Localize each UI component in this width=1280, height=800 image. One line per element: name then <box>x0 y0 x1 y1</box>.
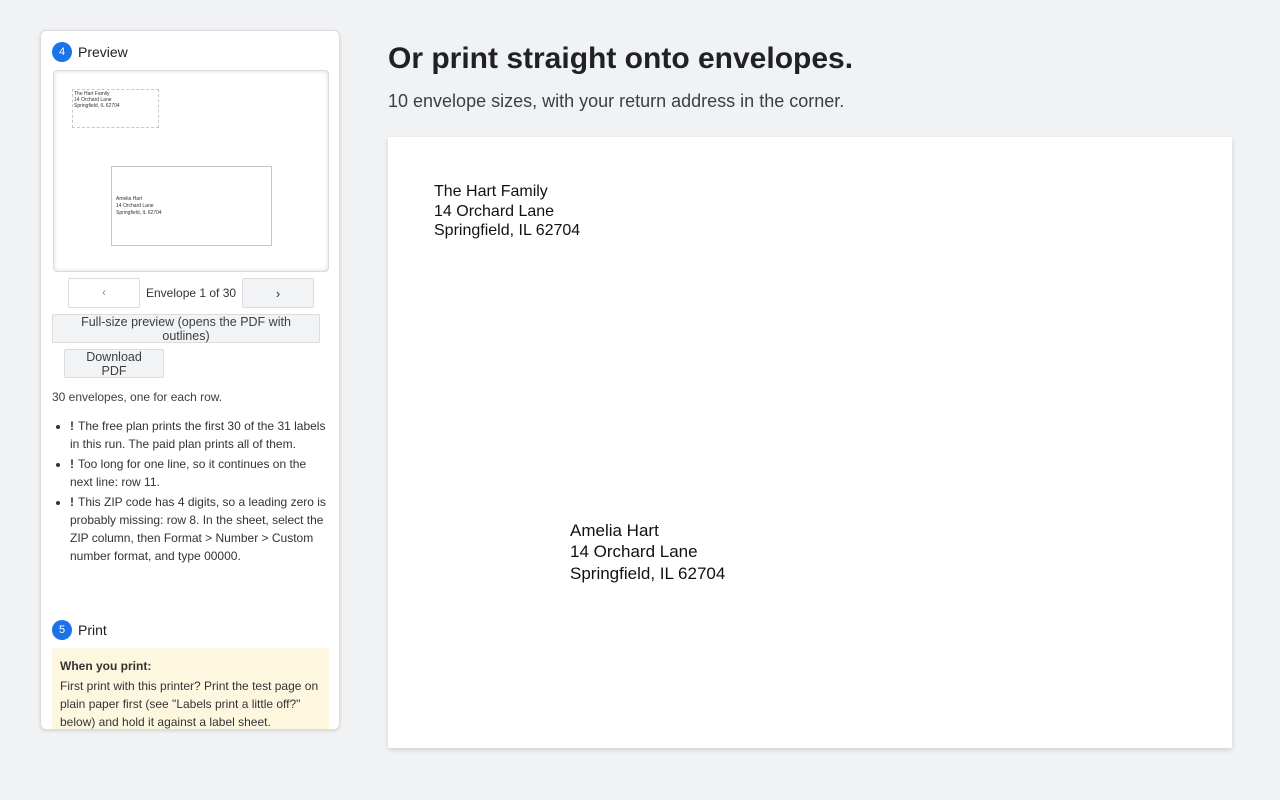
warning-item: !Too long for one line, so it continues … <box>70 455 330 491</box>
warning-item: !This ZIP code has 4 digits, so a leadin… <box>70 493 330 565</box>
warning-text: This ZIP code has 4 digits, so a leading… <box>70 495 326 563</box>
thumbnail-recipient-address: Amelia Hart 14 Orchard Lane Springfield,… <box>111 166 272 246</box>
envelope-counter: Envelope 1 of 30 <box>146 286 237 300</box>
address-line: Springfield, IL 62704 <box>74 103 120 109</box>
download-pdf-button[interactable]: Download PDF <box>64 349 164 378</box>
address-line: Springfield, IL 62704 <box>434 222 581 239</box>
previous-envelope-button[interactable]: ‹ <box>68 278 140 308</box>
return-address: The Hart Family 14 Orchard Lane Springfi… <box>434 182 580 241</box>
warning-icon: ! <box>70 495 74 509</box>
address-line: 14 Orchard Lane <box>570 542 698 562</box>
warning-text: Too long for one line, so it continues o… <box>70 457 307 489</box>
envelope-preview: The Hart Family 14 Orchard Lane Springfi… <box>388 137 1232 748</box>
step-title: Print <box>78 622 107 638</box>
address-line: Springfield, IL 62704 <box>116 210 162 216</box>
step-number-badge: 4 <box>52 42 72 62</box>
warning-icon: ! <box>70 457 74 471</box>
envelope-thumbnail: The Hart Family 14 Orchard Lane Springfi… <box>53 70 329 272</box>
address-line: The Hart Family <box>434 183 548 200</box>
page-subtitle: 10 envelope sizes, with your return addr… <box>388 91 845 111</box>
address-line: Amelia Hart <box>116 196 143 202</box>
warning-list: !The free plan prints the first 30 of th… <box>70 417 330 567</box>
thumbnail-return-address: The Hart Family 14 Orchard Lane Springfi… <box>72 89 159 128</box>
address-line: 14 Orchard Lane <box>116 203 154 209</box>
preview-step-header: 4 Preview <box>52 42 128 62</box>
recipient-address: Amelia Hart 14 Orchard Lane Springfield,… <box>570 520 725 584</box>
notice-text: First print with this printer? Print the… <box>60 679 319 729</box>
address-line: 14 Orchard Lane <box>434 202 555 220</box>
full-size-preview-button[interactable]: Full-size preview (opens the PDF with ou… <box>52 314 320 343</box>
step-number-badge: 5 <box>52 620 72 640</box>
page-title: Or print straight onto envelopes. <box>388 42 854 75</box>
address-line: Amelia Hart <box>570 521 659 540</box>
envelope-pager: ‹ Envelope 1 of 30 › <box>68 278 315 308</box>
warning-text: The free plan prints the first 30 of the… <box>70 419 326 451</box>
warning-icon: ! <box>70 419 74 433</box>
envelope-summary: 30 envelopes, one for each row. <box>52 390 223 404</box>
next-envelope-button[interactable]: › <box>242 278 315 308</box>
settings-panel: 4 Preview The Hart Family 14 Orchard Lan… <box>40 30 340 730</box>
step-title: Preview <box>78 44 128 60</box>
warning-item: !The free plan prints the first 30 of th… <box>70 417 330 453</box>
address-line: Springfield, IL 62704 <box>570 563 726 583</box>
print-step-header: 5 Print <box>52 620 107 640</box>
notice-title: When you print: <box>60 659 152 673</box>
print-notice: When you print: First print with this pr… <box>52 648 329 729</box>
